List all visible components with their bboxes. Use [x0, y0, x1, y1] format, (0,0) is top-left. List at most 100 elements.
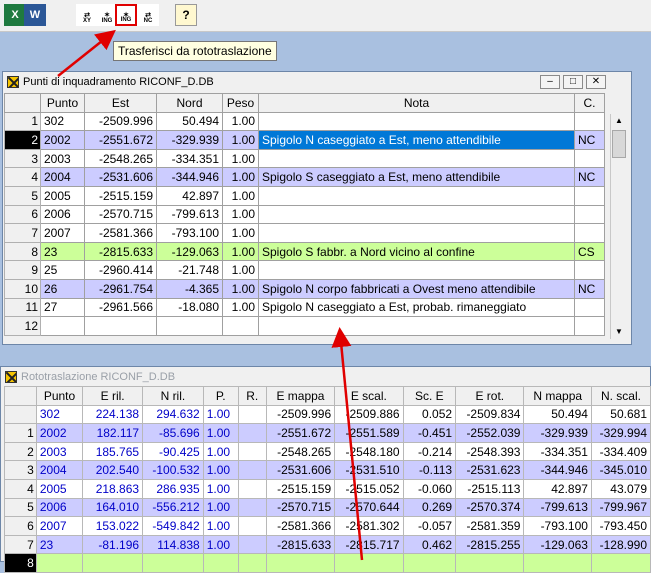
- table-row[interactable]: 2 2002 -2551.672 -329.939 1.00 Spigolo N case…: [4, 130, 605, 150]
- table-cell[interactable]: [237, 534, 267, 555]
- table-cell[interactable]: 2004: [40, 167, 85, 187]
- table-cell[interactable]: -334.351: [523, 441, 592, 462]
- table-cell[interactable]: 27: [40, 297, 85, 318]
- table-row[interactable]: 8: [4, 553, 651, 573]
- table-cell[interactable]: -2581.359: [455, 516, 525, 536]
- maximize-button[interactable]: □: [563, 75, 583, 89]
- table-cell[interactable]: -793.100: [523, 516, 592, 536]
- table-cell[interactable]: [258, 316, 575, 336]
- table-cell[interactable]: -2531.606: [84, 167, 157, 187]
- table-cell[interactable]: Spigolo N caseggiato a Est, meno attendi…: [258, 130, 575, 150]
- table-cell[interactable]: [258, 204, 575, 225]
- table-cell[interactable]: 43.079: [590, 478, 651, 499]
- table-cell[interactable]: [574, 111, 605, 132]
- col-header[interactable]: N ril.: [142, 386, 204, 406]
- table-cell[interactable]: 1.00: [202, 478, 239, 499]
- table-cell[interactable]: [574, 185, 605, 206]
- table-cell[interactable]: [574, 148, 605, 169]
- table-cell[interactable]: 0.052: [402, 404, 457, 425]
- table-cell[interactable]: [258, 260, 575, 280]
- table-row[interactable]: 9 25 -2960.414 -21.748 1.00: [4, 260, 605, 280]
- transfer-roto-button[interactable]: ✶ ING: [115, 4, 137, 26]
- table-cell[interactable]: -799.613: [156, 204, 223, 225]
- table-cell[interactable]: 1.00: [202, 497, 239, 518]
- table-cell[interactable]: [455, 553, 525, 573]
- table-cell[interactable]: 224.138: [82, 404, 144, 425]
- table-cell[interactable]: 2006: [35, 497, 84, 518]
- table-cell[interactable]: [237, 478, 267, 499]
- col-header[interactable]: Est: [84, 93, 157, 113]
- table-cell[interactable]: [237, 441, 267, 462]
- table-cell[interactable]: -2515.159: [84, 185, 157, 206]
- points-window-titlebar[interactable]: Punti di inquadramento RICONF_D.DB – □ ✕: [3, 72, 631, 92]
- col-header[interactable]: E ril.: [82, 386, 144, 406]
- table-cell[interactable]: [574, 260, 605, 280]
- table-cell[interactable]: 50.681: [590, 404, 651, 425]
- table-cell[interactable]: -329.994: [590, 423, 651, 443]
- table-cell[interactable]: 2004: [35, 460, 84, 480]
- table-cell[interactable]: Spigolo S caseggiato a Est, meno attendi…: [258, 167, 575, 187]
- table-cell[interactable]: -2581.302: [334, 516, 404, 536]
- table-cell[interactable]: Spigolo N caseggiato a Est, probab. rima…: [258, 297, 575, 318]
- table-cell[interactable]: 302: [35, 404, 84, 425]
- table-cell[interactable]: 1.00: [222, 185, 259, 206]
- table-cell[interactable]: [590, 553, 651, 573]
- col-header[interactable]: Peso: [222, 93, 259, 113]
- col-header[interactable]: Sc. E: [402, 386, 457, 406]
- vertical-scrollbar[interactable]: ▲ ▼: [610, 114, 626, 339]
- table-cell[interactable]: 1.00: [202, 404, 239, 425]
- table-cell[interactable]: [237, 423, 267, 443]
- table-cell[interactable]: -4.365: [156, 278, 223, 299]
- table-cell[interactable]: NC: [574, 130, 605, 150]
- table-cell[interactable]: [84, 316, 157, 336]
- table-cell[interactable]: -2551.672: [265, 423, 336, 443]
- table-cell[interactable]: [202, 553, 239, 573]
- table-cell[interactable]: -2531.606: [265, 460, 336, 480]
- table-cell[interactable]: -334.351: [156, 148, 223, 169]
- table-cell[interactable]: 2005: [40, 185, 85, 206]
- roto-window-titlebar[interactable]: Rototraslazione RICONF_D.DB: [1, 367, 650, 387]
- table-row[interactable]: 5 2005 -2515.159 42.897 1.00: [4, 185, 605, 206]
- table-cell[interactable]: -329.939: [156, 130, 223, 150]
- help-button[interactable]: ?: [175, 4, 197, 26]
- scroll-up-icon[interactable]: ▲: [611, 114, 627, 128]
- table-cell[interactable]: -18.080: [156, 297, 223, 318]
- table-cell[interactable]: 1.00: [222, 130, 259, 150]
- transfer-nc-button[interactable]: ⇄ NC: [137, 4, 159, 26]
- table-cell[interactable]: -329.939: [523, 423, 592, 443]
- table-row[interactable]: 3 2003 -2548.265 -334.351 1.00: [4, 148, 605, 169]
- table-cell[interactable]: [265, 553, 336, 573]
- table-cell[interactable]: [574, 297, 605, 318]
- table-cell[interactable]: -344.946: [156, 167, 223, 187]
- table-row[interactable]: 6 2006 -2570.715 -799.613 1.00: [4, 204, 605, 225]
- col-header[interactable]: Nord: [156, 93, 223, 113]
- table-cell[interactable]: 2006: [40, 204, 85, 225]
- table-cell[interactable]: [258, 185, 575, 206]
- table-cell[interactable]: 1.00: [222, 148, 259, 169]
- table-cell[interactable]: [142, 553, 204, 573]
- close-button[interactable]: ✕: [586, 75, 606, 89]
- table-row[interactable]: 10 26 -2961.754 -4.365 1.00 Spigolo N corpo f…: [4, 278, 605, 299]
- scroll-thumb[interactable]: [612, 130, 626, 158]
- table-cell[interactable]: 1.00: [202, 441, 239, 462]
- table-cell[interactable]: [334, 553, 404, 573]
- table-cell[interactable]: 0.462: [402, 534, 457, 555]
- table-cell[interactable]: [237, 460, 267, 480]
- table-cell[interactable]: 1.00: [222, 278, 259, 299]
- table-cell[interactable]: [258, 111, 575, 132]
- table-cell[interactable]: -799.967: [590, 497, 651, 518]
- table-cell[interactable]: -2815.633: [265, 534, 336, 555]
- table-cell[interactable]: 50.494: [523, 404, 592, 425]
- table-cell[interactable]: 1.00: [222, 167, 259, 187]
- table-cell[interactable]: 1.00: [222, 241, 259, 262]
- col-header[interactable]: R.: [237, 386, 267, 406]
- table-cell[interactable]: -793.450: [590, 516, 651, 536]
- col-header[interactable]: E scal.: [334, 386, 404, 406]
- table-cell[interactable]: [237, 516, 267, 536]
- table-cell[interactable]: NC: [574, 167, 605, 187]
- table-cell[interactable]: -2551.672: [84, 130, 157, 150]
- table-cell[interactable]: -0.057: [402, 516, 457, 536]
- table-cell[interactable]: -2815.717: [334, 534, 404, 555]
- table-cell[interactable]: Spigolo N corpo fabbricati a Ovest meno …: [258, 278, 575, 299]
- col-header[interactable]: E mappa: [265, 386, 336, 406]
